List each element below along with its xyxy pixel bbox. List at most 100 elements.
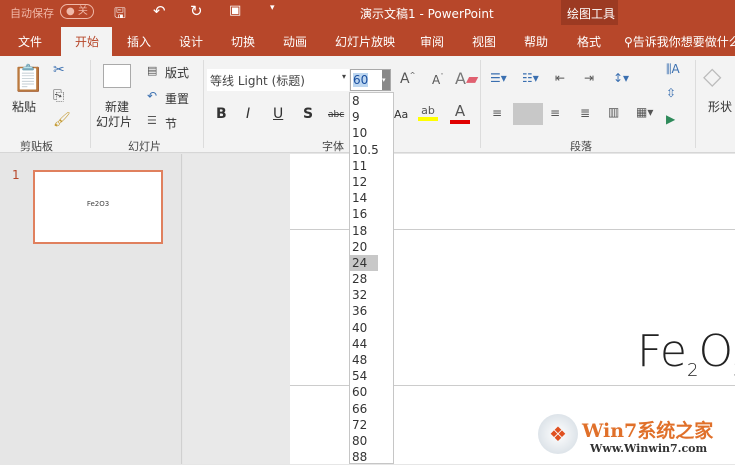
change-case-button[interactable]: Aa	[394, 108, 408, 121]
reset-icon: ↶	[147, 89, 158, 103]
clear-formatting-icon[interactable]: A▰	[455, 69, 478, 88]
paste-button[interactable]: 粘贴	[12, 98, 36, 115]
font-size-option[interactable]: 16	[350, 206, 393, 222]
shapes-icon[interactable]: ◇	[703, 62, 721, 90]
tell-me-text: 告诉我你想要做什么	[632, 35, 735, 49]
autosave-state: 关	[77, 6, 88, 17]
columns-icon[interactable]: ▥	[608, 105, 619, 119]
context-tab-label: 绘图工具	[567, 7, 616, 21]
window-title: 演示文稿1 - PowerPoint	[360, 7, 494, 21]
font-size-option[interactable]: 66	[350, 401, 393, 417]
paste-icon[interactable]: 📋	[12, 64, 44, 94]
shadow-button[interactable]: S	[303, 106, 313, 122]
watermark-url: Www.Winwin7.com	[590, 442, 708, 455]
text-direction-icon[interactable]: ⫼A	[666, 62, 680, 77]
redo-icon[interactable]: ↻	[190, 2, 203, 20]
tab-slideshow[interactable]: 幻灯片放映	[335, 33, 395, 50]
new-slide-label-2[interactable]: 幻灯片	[96, 113, 132, 130]
font-size-option[interactable]: 12	[350, 174, 393, 190]
font-size-option[interactable]: 8	[350, 93, 393, 109]
font-size-option[interactable]: 9	[350, 109, 393, 125]
layout-button[interactable]: 版式	[165, 64, 189, 81]
font-size-dropdown-icon[interactable]: ▾	[382, 70, 390, 90]
tab-file[interactable]: 文件	[18, 33, 42, 50]
font-size-option[interactable]: 10	[350, 125, 393, 141]
tab-transitions[interactable]: 切换	[231, 33, 255, 50]
font-size-input[interactable]: 60 ▾	[350, 69, 391, 91]
highlight-color-icon[interactable]: ab	[418, 104, 438, 121]
tell-me-box[interactable]: ⚲告诉我你想要做什么	[624, 33, 735, 50]
save-icon[interactable]: 🖫	[114, 3, 126, 27]
font-size-option[interactable]: 18	[350, 223, 393, 239]
font-size-option[interactable]: 48	[350, 352, 393, 368]
font-size-option[interactable]: 11	[350, 158, 393, 174]
line-spacing-icon[interactable]: ↕▾	[613, 71, 629, 85]
increase-indent-icon[interactable]: ⇥	[584, 71, 594, 85]
font-group-label: 字体	[322, 140, 344, 153]
font-size-option[interactable]: 80	[350, 433, 393, 449]
font-name-input[interactable]: 等线 Light (标题) ▾	[207, 69, 349, 91]
font-size-option[interactable]: 72	[350, 417, 393, 433]
smartart-icon[interactable]: ▶	[666, 112, 675, 126]
decrease-indent-icon[interactable]: ⇤	[555, 71, 565, 85]
slides-group-label: 幻灯片	[128, 140, 161, 153]
slide-title-text[interactable]: Fe2O3	[637, 326, 735, 381]
font-size-option[interactable]: 10.5	[350, 142, 393, 158]
slide-thumbnail-pane: 1 Fe2O3	[0, 154, 182, 464]
italic-button[interactable]: I	[246, 106, 250, 122]
tab-insert[interactable]: 插入	[127, 33, 151, 50]
slide-number: 1	[12, 168, 20, 182]
align-center-button[interactable]	[513, 103, 543, 125]
font-size-option[interactable]: 24	[350, 254, 378, 272]
font-size-option[interactable]: 36	[350, 303, 393, 319]
bold-button[interactable]: B	[216, 106, 227, 122]
tab-animations[interactable]: 动画	[283, 33, 307, 50]
format-painter-icon[interactable]: 🖌	[53, 112, 71, 128]
watermark-brand: Win7系统之家	[582, 420, 714, 442]
font-size-option[interactable]: 44	[350, 336, 393, 352]
autosave-label: 自动保存	[10, 7, 54, 20]
font-name-dropdown-icon[interactable]: ▾	[342, 72, 346, 81]
font-size-option[interactable]: 20	[350, 239, 393, 255]
justify-icon[interactable]: ≣	[580, 106, 590, 120]
customize-qat-icon[interactable]: ▾	[270, 3, 275, 13]
underline-button[interactable]: U	[273, 106, 283, 122]
shapes-button[interactable]: 形状	[708, 98, 732, 115]
reset-button[interactable]: 重置	[165, 90, 189, 107]
autosave-toggle[interactable]: ● 关	[60, 4, 94, 19]
increase-font-icon[interactable]: A^	[400, 71, 415, 87]
tab-design[interactable]: 设计	[179, 33, 203, 50]
tab-review[interactable]: 审阅	[420, 33, 444, 50]
cut-icon[interactable]: ✂	[53, 62, 65, 78]
font-size-dropdown-list[interactable]: 8 9 10 10.5 11 12 14 16 18 20 24 28 32 36 40 44 48 54 60 66…	[349, 92, 394, 464]
section-button[interactable]: 节	[165, 115, 177, 132]
tab-home[interactable]: 开始	[75, 33, 99, 50]
font-size-option[interactable]: 32	[350, 287, 393, 303]
new-slide-icon[interactable]	[103, 64, 131, 88]
font-size-option[interactable]: 14	[350, 190, 393, 206]
align-left-icon[interactable]: ≡	[492, 106, 502, 120]
section-icon: ☰	[147, 114, 157, 127]
font-color-icon[interactable]: A	[450, 102, 470, 124]
align-text-icon[interactable]: ⇳	[666, 86, 676, 100]
font-size-option[interactable]: 40	[350, 320, 393, 336]
tab-format[interactable]: 格式	[577, 33, 601, 50]
numbering-icon[interactable]: ☷▾	[522, 71, 539, 85]
font-size-option[interactable]: 60	[350, 384, 393, 400]
paragraph-group-label: 段落	[570, 140, 592, 153]
copy-icon[interactable]: ⎘	[53, 88, 64, 104]
table-columns-icon[interactable]: ▦▾	[636, 105, 653, 119]
undo-icon[interactable]: ↶	[153, 2, 166, 20]
font-size-option[interactable]: 28	[350, 271, 393, 287]
tab-view[interactable]: 视图	[472, 33, 496, 50]
tab-help[interactable]: 帮助	[524, 33, 548, 50]
font-size-value: 60	[353, 73, 369, 87]
start-slideshow-icon[interactable]: ▣	[229, 3, 241, 18]
slide-thumbnail[interactable]: Fe2O3	[33, 170, 163, 244]
font-size-option[interactable]: 88	[350, 449, 393, 465]
align-right-icon[interactable]: ≡	[550, 106, 560, 120]
bullets-icon[interactable]: ☰▾	[490, 71, 507, 85]
strikethrough-button[interactable]: abc	[328, 110, 344, 120]
decrease-font-icon[interactable]: Aˇ	[432, 73, 444, 87]
font-size-option[interactable]: 54	[350, 368, 393, 384]
